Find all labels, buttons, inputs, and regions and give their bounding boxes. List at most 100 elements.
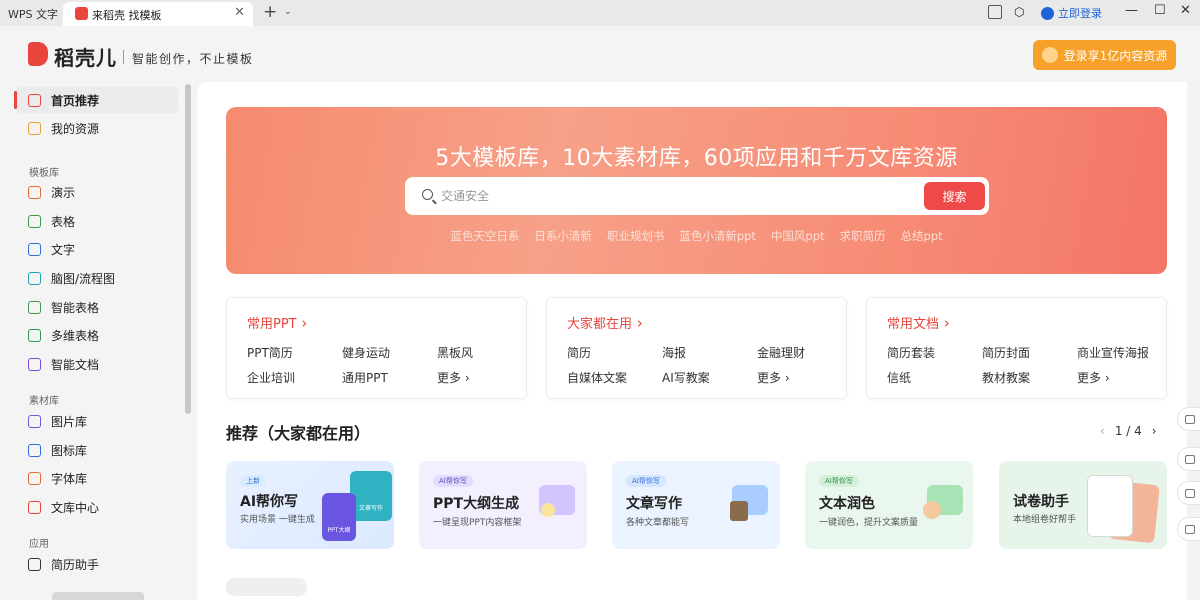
- card-title[interactable]: 常用PPT: [247, 313, 307, 332]
- rec-card-subtitle: 本地组卷好帮手: [1013, 515, 1077, 525]
- sidebar-item-library[interactable]: 文库中心: [16, 494, 178, 520]
- maximize-icon[interactable]: ☐: [1154, 3, 1166, 18]
- sidebar-item-label: 演示: [51, 185, 76, 200]
- hot-tag[interactable]: 日系小清新: [534, 228, 592, 244]
- card-link[interactable]: 信纸: [887, 369, 911, 386]
- sidebar-item-label: 脑图/流程图: [51, 271, 116, 286]
- rec-card-ai-write[interactable]: 上新 AI帮你写 实用场景 一键生成 文章写作 PPT大纲: [226, 461, 394, 549]
- card-link[interactable]: 黑板风: [437, 344, 473, 361]
- card-link[interactable]: 简历封面: [982, 344, 1030, 361]
- image-icon: [28, 414, 41, 428]
- tab-dropdown-icon[interactable]: ⌄: [284, 7, 292, 17]
- customer-service-icon[interactable]: [1177, 407, 1200, 431]
- sidebar-item-label: 图片库: [51, 414, 88, 429]
- icons-grid-icon: [28, 443, 41, 457]
- sidebar-item-home[interactable]: 首页推荐: [14, 87, 178, 113]
- card-link[interactable]: 自媒体文案: [567, 369, 627, 386]
- card-link[interactable]: 商业宣传海报: [1077, 344, 1149, 361]
- sidebar-bottom-button[interactable]: [52, 592, 144, 600]
- sidebar-scrollbar[interactable]: [185, 84, 191, 414]
- card-title[interactable]: 大家都在用: [567, 313, 643, 332]
- sidebar-item-presentation[interactable]: 演示: [16, 179, 178, 205]
- new-tab-icon[interactable]: +: [263, 2, 277, 22]
- sidebar-item-icons[interactable]: 图标库: [16, 437, 178, 463]
- card-link[interactable]: PPT简历: [247, 344, 293, 361]
- more-link[interactable]: 更多 ›: [437, 369, 470, 386]
- card-link[interactable]: 企业培训: [247, 369, 295, 386]
- card-link[interactable]: 简历: [567, 344, 591, 361]
- hot-tag[interactable]: 总结ppt: [901, 228, 943, 244]
- sidebar-item-multi-table[interactable]: 多维表格: [16, 322, 178, 348]
- search-button[interactable]: 搜索: [924, 182, 985, 210]
- prev-page-icon[interactable]: ‹: [1100, 424, 1105, 438]
- rec-card-polish[interactable]: AI帮你写 文本润色 一键润色，提升文案质量: [805, 461, 973, 549]
- folder-icon: [28, 121, 41, 135]
- download-icon[interactable]: [1177, 481, 1200, 505]
- card-link[interactable]: 简历套装: [887, 344, 935, 361]
- feedback-icon[interactable]: [1177, 447, 1200, 471]
- card-link[interactable]: 海报: [662, 344, 686, 361]
- more-link[interactable]: 更多 ›: [1077, 369, 1110, 386]
- sidebar-item-smart-table[interactable]: 智能表格: [16, 294, 178, 320]
- rec-card-title: AI帮你写: [240, 494, 299, 510]
- search-input[interactable]: [441, 185, 911, 207]
- hot-tag[interactable]: 职业规划书: [607, 228, 665, 244]
- header: 稻壳儿 智能创作，不止模板: [0, 26, 1200, 82]
- card-popular: 大家都在用 简历 海报 金融理财 自媒体文案 AI写教案 更多 ›: [546, 297, 847, 399]
- ai-badge: AI帮你写: [433, 475, 473, 487]
- library-icon: [28, 500, 41, 514]
- section-title-materials: 素材库: [29, 396, 59, 407]
- rec-card-title: 试卷助手: [1013, 494, 1069, 510]
- sidebar-item-fonts[interactable]: 字体库: [16, 465, 178, 491]
- banner-title: 5大模板库，10大素材库，60项应用和千万文库资源: [435, 146, 958, 171]
- sidebar-item-document[interactable]: 文字: [16, 236, 178, 262]
- hot-tag[interactable]: 蓝色小清新ppt: [679, 228, 756, 244]
- apps-grid-icon[interactable]: [1177, 517, 1200, 541]
- card-common-docs: 常用文档 简历套装 简历封面 商业宣传海报 信纸 教材教案 更多 ›: [866, 297, 1167, 399]
- next-page-icon[interactable]: ›: [1152, 424, 1157, 438]
- avatar-icon: [1041, 47, 1058, 63]
- logo-divider: [123, 50, 124, 64]
- rec-card-exam[interactable]: 试卷助手 本地组卷好帮手: [999, 461, 1167, 549]
- rec-card-article[interactable]: AI帮你写 文章写作 各种文章都能写: [612, 461, 780, 549]
- hot-tags: 蓝色天空日系 日系小清新 职业规划书 蓝色小清新ppt 中国风ppt 求职简历 …: [226, 228, 1167, 244]
- login-link[interactable]: 立即登录: [1041, 5, 1102, 21]
- card-link[interactable]: 健身运动: [342, 344, 390, 361]
- sidebar-item-label: 智能文档: [51, 357, 100, 372]
- sidebar-item-label: 表格: [51, 214, 76, 229]
- sidebar-item-label: 图标库: [51, 443, 88, 458]
- resume-icon: [28, 557, 41, 571]
- presentation-icon: [28, 185, 41, 199]
- docer-tab-icon: [75, 7, 88, 20]
- window-mode-icon[interactable]: [988, 5, 1002, 19]
- exam-paper-icon: [1087, 475, 1133, 537]
- rec-card-subtitle: 实用场景 一键生成: [240, 515, 315, 525]
- sidebar-item-spreadsheet[interactable]: 表格: [16, 208, 178, 234]
- hot-tag[interactable]: 中国风ppt: [771, 228, 825, 244]
- more-link[interactable]: 更多 ›: [757, 369, 790, 386]
- sidebar-item-my-resources[interactable]: 我的资源: [16, 115, 178, 141]
- sidebar-item-images[interactable]: 图片库: [16, 408, 178, 434]
- rec-card-ppt-outline[interactable]: AI帮你写 PPT大纲生成 一键呈现PPT内容框架: [419, 461, 587, 549]
- login-vip-button[interactable]: 登录享1亿内容资源: [1033, 40, 1176, 70]
- card-link[interactable]: 金融理财: [757, 344, 805, 361]
- cube-icon[interactable]: ⬡: [1014, 5, 1028, 19]
- new-badge: 上新: [240, 475, 266, 487]
- bulb-icon: [541, 503, 555, 517]
- login-label: 立即登录: [1058, 7, 1102, 20]
- sidebar-item-smart-doc[interactable]: 智能文档: [16, 351, 178, 377]
- close-window-icon[interactable]: ✕: [1180, 3, 1191, 18]
- font-icon: [28, 471, 41, 485]
- sidebar-item-mindmap[interactable]: 脑图/流程图: [16, 265, 178, 291]
- hot-tag[interactable]: 蓝色天空日系: [450, 228, 519, 244]
- card-link[interactable]: 教材教案: [982, 369, 1030, 386]
- tab-docer[interactable]: 来稻壳 找模板 ✕: [63, 2, 253, 26]
- sidebar-item-resume[interactable]: 简历助手: [16, 551, 178, 577]
- close-tab-icon[interactable]: ✕: [234, 5, 245, 20]
- minimize-icon[interactable]: —: [1125, 3, 1138, 18]
- card-link[interactable]: AI写教案: [662, 369, 710, 386]
- hot-tag[interactable]: 求职简历: [840, 228, 886, 244]
- title-bar: WPS 文字 来稻壳 找模板 ✕ + ⌄ ⬡ 立即登录 — ☐ ✕: [0, 0, 1200, 26]
- card-link[interactable]: 通用PPT: [342, 369, 388, 386]
- card-title[interactable]: 常用文档: [887, 313, 950, 332]
